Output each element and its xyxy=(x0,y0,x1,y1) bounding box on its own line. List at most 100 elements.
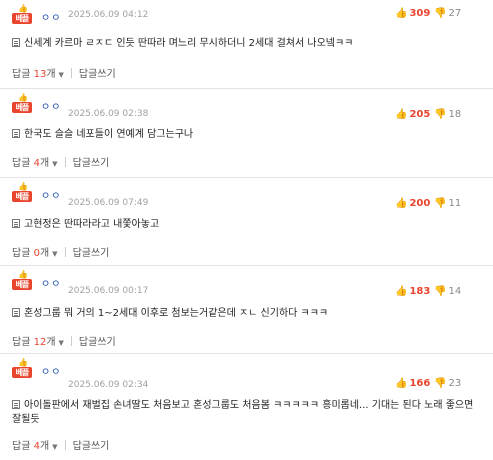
like-button[interactable]: 👍 200 xyxy=(395,198,430,209)
dislike-count: 27 xyxy=(448,8,462,19)
document-icon xyxy=(12,38,20,47)
thumbs-up-badge-icon: 👍 xyxy=(18,270,28,279)
comment-item: 👍 베플 ㅇㅇ 2025.06.09 04:12 👍 309 👎 27 신세계 카르… xyxy=(0,0,493,89)
thumbs-up-icon: 👍 xyxy=(395,198,408,209)
caret-down-icon: ▼ xyxy=(52,160,58,168)
nickname[interactable]: ㅇㅇ xyxy=(41,275,61,290)
dislike-count: 18 xyxy=(448,109,462,120)
reply-count: 12 xyxy=(33,337,47,348)
comment-text: 한국도 슬슬 네포들이 연예계 담그는구나 xyxy=(24,129,194,140)
like-count: 200 xyxy=(409,198,431,209)
divider xyxy=(64,440,66,450)
dislike-button[interactable]: 👎 14 xyxy=(434,286,461,297)
thumbs-up-icon: 👍 xyxy=(395,378,408,389)
reply-count-toggle[interactable]: 답글 0개 ▼ xyxy=(12,248,58,259)
best-badge: 👍 베플 xyxy=(12,270,32,290)
comment-date: 2025.06.09 02:34 xyxy=(68,380,149,390)
dislike-button[interactable]: 👎 23 xyxy=(434,378,461,389)
comment-body: 혼성그룹 뭐 거의 1~2세대 이후로 첨보는거같은데 ㅈㄴ 신기하다 ㅋㅋㅋ xyxy=(12,307,482,321)
comment-meta: 👍 베플 ㅇㅇ 2025.06.09 04:12 👍 309 👎 27 xyxy=(12,5,482,26)
comment-text: 고현정은 딴따라라고 내쫓아놓고 xyxy=(24,219,160,230)
comment-date: 2025.06.09 07:49 xyxy=(68,198,149,208)
comment-date: 2025.06.09 04:12 xyxy=(68,10,149,20)
caret-down-icon: ▼ xyxy=(58,71,64,79)
thumbs-up-badge-icon: 👍 xyxy=(18,358,28,367)
comment-date: 2025.06.09 02:38 xyxy=(68,109,149,119)
caret-down-icon: ▼ xyxy=(52,443,58,451)
comment-text: 혼성그룹 뭐 거의 1~2세대 이후로 첨보는거같은데 ㅈㄴ 신기하다 ㅋㅋㅋ xyxy=(24,308,329,319)
document-icon xyxy=(12,308,20,317)
like-button[interactable]: 👍 183 xyxy=(395,286,430,297)
comment-date: 2025.06.09 00:17 xyxy=(68,286,149,296)
comment-meta: 👍 베플 ㅇㅇ 2025.06.09 02:38 👍 205 👎 18 xyxy=(12,93,482,120)
comment-item: 👍 베플 ㅇㅇ 2025.06.09 02:34 👍 166 👎 23 아이돌판에서… xyxy=(0,354,493,460)
best-badge-label: 베플 xyxy=(12,13,32,24)
reply-unit: 개 xyxy=(39,248,50,259)
thumbs-up-badge-icon: 👍 xyxy=(18,93,28,102)
thumbs-up-badge-icon: 👍 xyxy=(18,182,28,191)
reply-count-toggle[interactable]: 답글 12개 ▼ xyxy=(12,337,64,348)
document-icon xyxy=(12,400,20,409)
best-badge: 👍 베플 xyxy=(12,182,32,202)
divider xyxy=(64,157,66,167)
write-reply-link[interactable]: 답글쓰기 xyxy=(79,337,116,348)
dislike-button[interactable]: 👎 27 xyxy=(434,8,461,19)
comment-actions: 답글 13개 ▼ 답글쓰기 xyxy=(12,65,116,80)
like-count: 166 xyxy=(409,378,431,389)
thumbs-down-icon: 👎 xyxy=(434,286,447,297)
comment-text: 아이돌판에서 재벌집 손녀딸도 처음보고 혼성그룹도 처음봄 ㅋㅋㅋㅋㅋ 흥미롭… xyxy=(12,400,474,425)
reply-label: 답글 xyxy=(12,337,31,348)
like-button[interactable]: 👍 309 xyxy=(395,8,430,19)
thumbs-down-icon: 👎 xyxy=(434,109,447,120)
like-button[interactable]: 👍 205 xyxy=(395,109,430,120)
thumbs-up-icon: 👍 xyxy=(395,286,408,297)
comment-actions: 답글 4개 ▼ 답글쓰기 xyxy=(12,437,109,452)
like-count: 183 xyxy=(409,286,431,297)
dislike-count: 14 xyxy=(448,286,462,297)
thumbs-down-icon: 👎 xyxy=(434,378,447,389)
divider xyxy=(64,247,66,257)
nickname[interactable]: ㅇㅇ xyxy=(41,9,61,24)
write-reply-link[interactable]: 답글쓰기 xyxy=(73,441,110,452)
best-badge: 👍 베플 xyxy=(12,93,32,113)
best-badge-label: 베플 xyxy=(12,279,32,290)
reply-label: 답글 xyxy=(12,248,31,259)
comment-body: 아이돌판에서 재벌집 손녀딸도 처음보고 혼성그룹도 처음봄 ㅋㅋㅋㅋㅋ 흥미롭… xyxy=(12,399,482,427)
document-icon xyxy=(12,129,20,138)
nickname[interactable]: ㅇㅇ xyxy=(41,363,61,378)
reply-count-toggle[interactable]: 답글 4개 ▼ xyxy=(12,158,58,169)
comment-body: 한국도 슬슬 네포들이 연예계 담그는구나 xyxy=(12,128,482,142)
dislike-count: 23 xyxy=(448,378,462,389)
thumbs-down-icon: 👎 xyxy=(434,198,447,209)
reply-count: 13 xyxy=(33,69,47,80)
like-count: 205 xyxy=(409,109,431,120)
reply-label: 답글 xyxy=(12,69,31,80)
like-button[interactable]: 👍 166 xyxy=(395,378,430,389)
divider xyxy=(70,336,72,346)
reply-unit: 개 xyxy=(39,158,50,169)
comment-item: 👍 베플 ㅇㅇ 2025.06.09 07:49 👍 200 👎 11 고현정은 딴… xyxy=(0,178,493,266)
reply-unit: 개 xyxy=(46,337,56,348)
write-reply-link[interactable]: 답글쓰기 xyxy=(73,248,110,259)
dislike-button[interactable]: 👎 18 xyxy=(434,109,461,120)
write-reply-link[interactable]: 답글쓰기 xyxy=(79,69,116,80)
comment-actions: 답글 12개 ▼ 답글쓰기 xyxy=(12,333,116,348)
divider xyxy=(70,68,72,78)
write-reply-link[interactable]: 답글쓰기 xyxy=(73,158,110,169)
dislike-button[interactable]: 👎 11 xyxy=(434,198,461,209)
nickname[interactable]: ㅇㅇ xyxy=(41,98,61,113)
comment-body: 고현정은 딴따라라고 내쫓아놓고 xyxy=(12,218,482,232)
comment-meta: 👍 베플 ㅇㅇ 2025.06.09 07:49 👍 200 👎 11 xyxy=(12,182,482,209)
nickname[interactable]: ㅇㅇ xyxy=(41,187,61,202)
comment-meta: 👍 베플 ㅇㅇ 2025.06.09 00:17 👍 183 👎 14 xyxy=(12,270,482,297)
caret-down-icon: ▼ xyxy=(52,250,58,258)
reply-count-toggle[interactable]: 답글 13개 ▼ xyxy=(12,69,64,80)
thumbs-down-icon: 👎 xyxy=(434,8,447,19)
best-badge-label: 베플 xyxy=(12,367,32,378)
comment-item: 👍 베플 ㅇㅇ 2025.06.09 00:17 👍 183 👎 14 혼성그룹 뭐… xyxy=(0,266,493,354)
reply-count-toggle[interactable]: 답글 4개 ▼ xyxy=(12,441,58,452)
thumbs-up-icon: 👍 xyxy=(395,109,408,120)
reply-unit: 개 xyxy=(46,69,56,80)
comment-actions: 답글 0개 ▼ 답글쓰기 xyxy=(12,244,109,259)
reply-label: 답글 xyxy=(12,158,31,169)
